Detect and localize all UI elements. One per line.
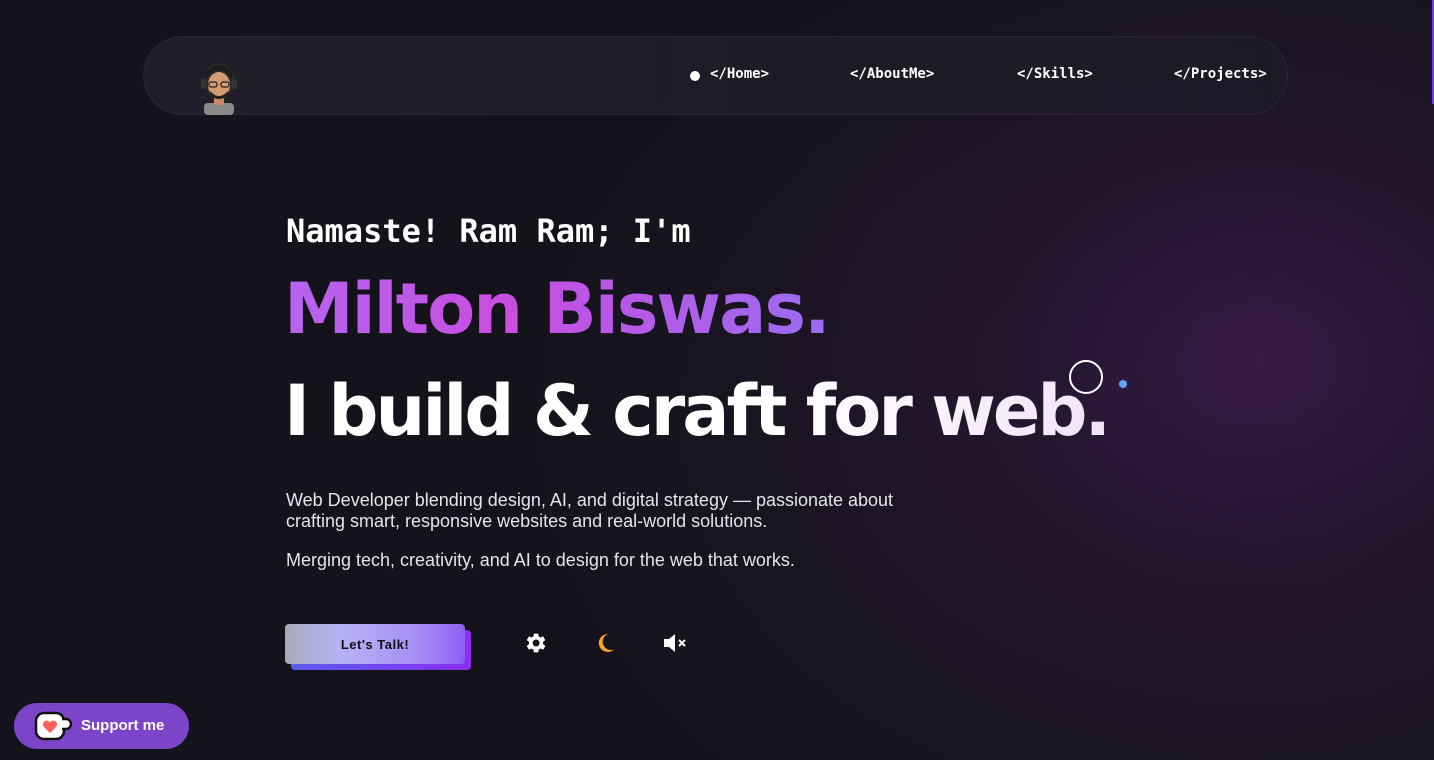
kofi-cup-icon	[34, 710, 73, 742]
support-me-button[interactable]: Support me	[14, 703, 189, 749]
nav-link-projects[interactable]: </Projects>	[1174, 66, 1267, 82]
hero-description: Web Developer blending design, AI, and d…	[286, 490, 894, 531]
active-indicator-dot	[690, 71, 700, 81]
hero-subdescription: Merging tech, creativity, and AI to desi…	[286, 550, 795, 570]
custom-cursor-ring	[1069, 360, 1103, 394]
gear-icon[interactable]	[520, 628, 550, 658]
nav-link-skills[interactable]: </Skills>	[1017, 66, 1093, 82]
speaker-muted-icon[interactable]	[660, 628, 690, 658]
nav-links: </Home> </AboutMe> </Skills> </Projects>	[144, 37, 1287, 114]
hero-name: Milton Biswas.	[284, 268, 831, 350]
hero-greeting: Namaste! Ram Ram; I'm	[286, 212, 691, 250]
support-me-label: Support me	[81, 717, 165, 734]
moon-icon[interactable]	[590, 628, 620, 658]
hero-tagline: I build & craft for web.	[284, 370, 1111, 452]
lets-talk-button[interactable]: Let's Talk!	[285, 624, 465, 664]
nav-link-aboutme[interactable]: </AboutMe>	[850, 66, 934, 82]
nav-link-home[interactable]: </Home>	[710, 66, 769, 82]
custom-cursor-dot	[1119, 380, 1127, 388]
top-navbar: </Home> </AboutMe> </Skills> </Projects>	[143, 36, 1288, 115]
